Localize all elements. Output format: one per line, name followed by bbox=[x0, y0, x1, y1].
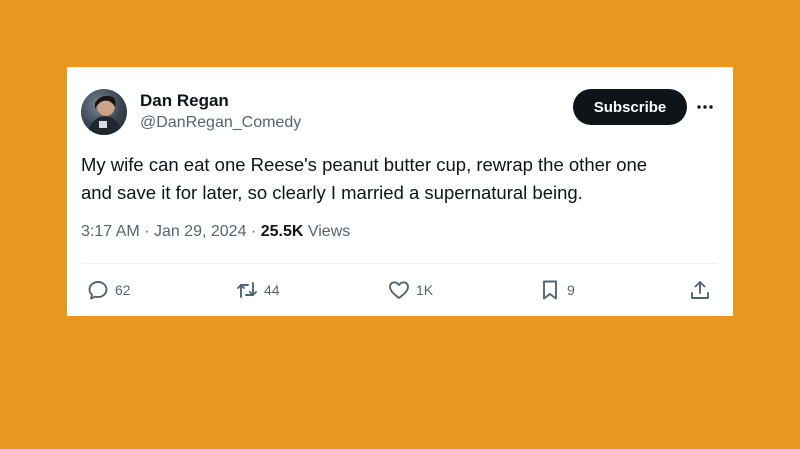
retweet-count: 44 bbox=[264, 282, 280, 298]
tweet-date[interactable]: Jan 29, 2024 bbox=[154, 223, 247, 240]
more-options-button[interactable] bbox=[693, 95, 717, 119]
bookmark-icon bbox=[538, 278, 562, 302]
more-horizontal-icon bbox=[697, 105, 713, 109]
like-button[interactable]: 1K bbox=[387, 278, 433, 302]
tweet-text-line: and save it for later, so clearly I marr… bbox=[81, 182, 583, 203]
tweet-card: Dan Regan @DanRegan_Comedy Subscribe My … bbox=[67, 67, 733, 316]
meta-separator: · bbox=[250, 223, 257, 240]
like-count: 1K bbox=[416, 282, 434, 298]
author-handle[interactable]: @DanRegan_Comedy bbox=[140, 114, 301, 132]
divider bbox=[81, 263, 717, 264]
tweet-time[interactable]: 3:17 AM bbox=[81, 223, 140, 240]
tweet-text: My wife can eat one Reese's peanut butte… bbox=[81, 151, 701, 207]
tweet-text-line: My wife can eat one Reese's peanut butte… bbox=[81, 154, 648, 175]
retweet-icon bbox=[235, 278, 259, 302]
tweet-meta: 3:17 AM · Jan 29, 2024 · 25.5K Views bbox=[81, 223, 350, 241]
share-button[interactable] bbox=[688, 278, 712, 302]
retweet-button[interactable]: 44 bbox=[235, 278, 280, 302]
views-label: Views bbox=[307, 223, 351, 240]
reply-icon bbox=[86, 278, 110, 302]
avatar-photo-icon bbox=[87, 95, 123, 135]
avatar[interactable] bbox=[81, 89, 127, 135]
reply-button[interactable]: 62 bbox=[86, 278, 131, 302]
reply-count: 62 bbox=[115, 282, 131, 298]
subscribe-button[interactable]: Subscribe bbox=[573, 89, 687, 125]
bookmark-button[interactable]: 9 bbox=[538, 278, 575, 302]
meta-separator: · bbox=[144, 223, 150, 240]
bookmark-count: 9 bbox=[567, 282, 575, 298]
share-icon bbox=[688, 278, 712, 302]
author-name[interactable]: Dan Regan bbox=[140, 91, 229, 111]
views-count: 25.5K bbox=[260, 223, 304, 240]
heart-icon bbox=[387, 278, 411, 302]
